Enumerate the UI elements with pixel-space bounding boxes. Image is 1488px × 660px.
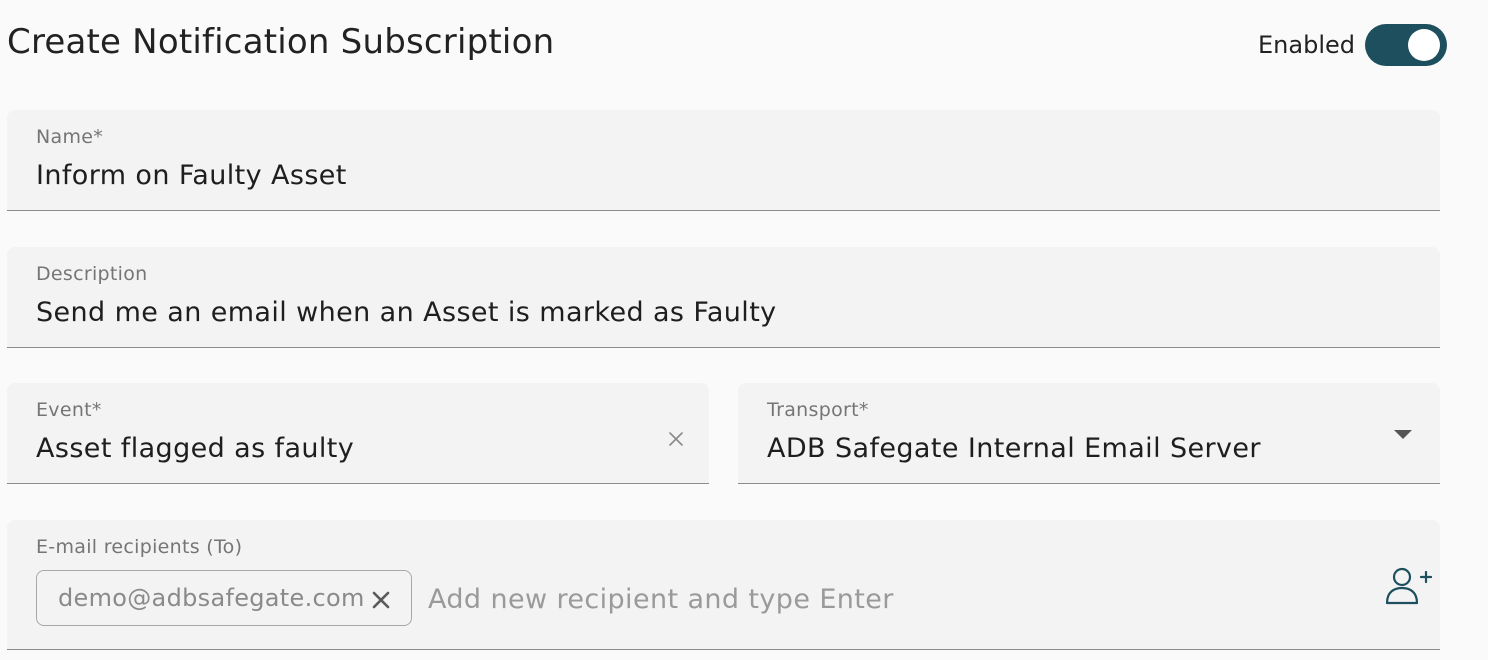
new-recipient-input[interactable] [428, 577, 1328, 621]
add-user-icon[interactable] [1384, 566, 1433, 606]
transport-value[interactable]: ADB Safegate Internal Email Server [767, 433, 1261, 464]
enabled-label: Enabled [1258, 31, 1355, 59]
event-label: Event* [36, 399, 102, 421]
event-value[interactable]: Asset flagged as faulty [36, 433, 354, 464]
recipients-field[interactable]: E-mail recipients (To) demo@adbsafegate.… [7, 520, 1440, 650]
name-label: Name* [36, 126, 104, 148]
recipient-chip-label: demo@adbsafegate.com [58, 584, 365, 612]
recipients-label: E-mail recipients (To) [36, 536, 243, 558]
enabled-toggle-group: Enabled [1258, 24, 1447, 66]
page-title: Create Notification Subscription [7, 22, 555, 62]
description-field[interactable]: Description Send me an email when an Ass… [7, 247, 1440, 348]
event-field[interactable]: Event* Asset flagged as faulty [7, 383, 709, 484]
close-icon[interactable] [371, 588, 391, 609]
create-subscription-page: Create Notification Subscription Enabled… [0, 0, 1488, 660]
toggle-knob [1408, 29, 1440, 61]
name-value[interactable]: Inform on Faulty Asset [36, 160, 347, 191]
close-icon[interactable] [667, 430, 685, 448]
transport-select[interactable]: Transport* ADB Safegate Internal Email S… [738, 383, 1440, 484]
chevron-down-icon[interactable] [1394, 430, 1412, 439]
name-field[interactable]: Name* Inform on Faulty Asset [7, 110, 1440, 211]
recipient-chip[interactable]: demo@adbsafegate.com [36, 570, 412, 626]
enabled-toggle[interactable] [1365, 24, 1447, 66]
transport-label: Transport* [767, 399, 869, 421]
description-value[interactable]: Send me an email when an Asset is marked… [36, 297, 777, 328]
description-label: Description [36, 263, 148, 285]
